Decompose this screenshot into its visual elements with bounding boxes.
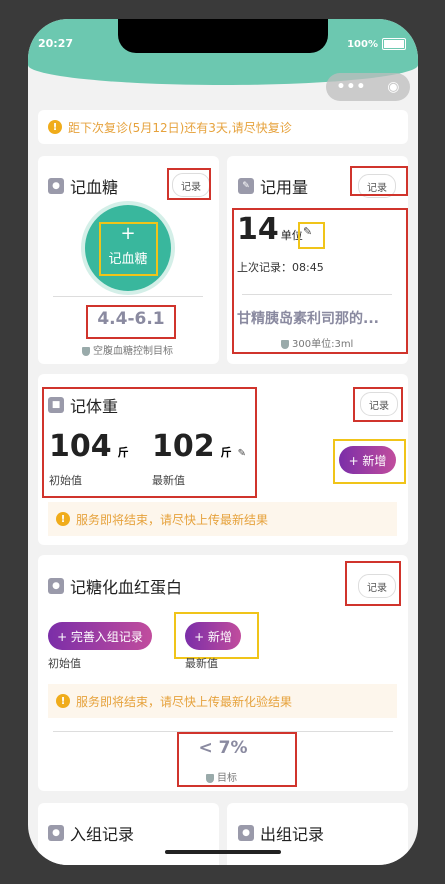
battery-label: 100% (347, 38, 378, 50)
hba1c-warning-text: 服务即将结束，请尽快上传最新化验结果 (76, 694, 293, 709)
info-icon: ! (56, 512, 70, 526)
complete-enroll-button[interactable]: + 完善入组记录 (48, 622, 152, 650)
weight-warning-text: 服务即将结束，请尽快上传最新结果 (76, 512, 269, 527)
info-icon: ! (48, 120, 62, 134)
status-time: 20:27 (38, 37, 74, 50)
glucose-record-highlight (167, 168, 211, 200)
weight-initial-value: 104 (49, 429, 112, 464)
dosage-title: ✎ 记用量 (238, 174, 308, 198)
close-miniapp-icon[interactable]: ◉ (387, 79, 399, 95)
weight-warning: ! 服务即将结束，请尽快上传最新结果 (48, 502, 397, 536)
battery-icon (382, 38, 406, 50)
weight-title-label: 记体重 (70, 397, 119, 416)
hba1c-title: ● 记糖化血红蛋白 (48, 574, 182, 598)
revisit-notice: ! 距下次复诊(5月12日)还有3天,请尽快复诊 (38, 110, 408, 144)
exit-title: ● 出组记录 (238, 821, 324, 845)
glucose-target: 空腹血糖控制目标 (82, 342, 173, 357)
weight-initial: 104 斤 (49, 429, 129, 464)
weight-add-highlight (333, 439, 406, 484)
hba1c-title-label: 记糖化血红蛋白 (70, 578, 183, 597)
hba1c-add-highlight (174, 612, 259, 659)
dosage-record-highlight (350, 166, 408, 196)
shield-icon (82, 346, 90, 356)
add-glucose-highlight (99, 222, 158, 276)
info-icon: ! (56, 694, 70, 708)
notice-text: 距下次复诊(5月12日)还有3天,请尽快复诊 (68, 120, 292, 135)
weight-latest-unit: 斤 (220, 446, 232, 459)
glucose-title-label: 记血糖 (70, 178, 119, 197)
weight-title: ■ 记体重 (48, 393, 118, 417)
hba1c-warning: ! 服务即将结束，请尽快上传最新化验结果 (48, 684, 397, 718)
enroll-title-label: 入组记录 (70, 825, 135, 844)
hba1c-latest-label: 最新值 (185, 657, 218, 670)
dosage-last-record: 上次记录：08:45 (237, 261, 324, 274)
enroll-icon: ● (48, 825, 64, 841)
weight-record-highlight (353, 387, 403, 422)
weight-latest-label: 最新值 (152, 474, 185, 487)
enroll-title: ● 入组记录 (48, 821, 134, 845)
weight-initial-unit: 斤 (117, 446, 129, 459)
more-icon[interactable]: ••• (336, 79, 366, 95)
drug-spec-label: 300单位:3ml (292, 339, 354, 350)
notch (118, 19, 328, 53)
weight-latest: 102 斤 ✎ (152, 429, 246, 464)
dosage-amount-row: 14 单位 (237, 212, 303, 247)
drug-name: 甘精胰岛素利司那的... (237, 311, 379, 327)
shield-icon (281, 339, 289, 349)
dosage-amount: 14 (237, 212, 279, 247)
status-battery: 100% (347, 38, 406, 50)
glucose-target-label: 空腹血糖控制目标 (93, 346, 173, 357)
weight-latest-value: 102 (152, 429, 215, 464)
dosage-title-label: 记用量 (260, 178, 309, 197)
edit-weight-icon[interactable]: ✎ (238, 448, 246, 459)
drop-icon: ● (48, 578, 64, 594)
dosage-divider (242, 294, 392, 295)
glucose-title: ● 记血糖 (48, 174, 118, 198)
weight-initial-label: 初始值 (49, 474, 82, 487)
scale-icon: ■ (48, 397, 64, 413)
glucose-range-highlight (86, 305, 176, 339)
glucose-divider (53, 296, 203, 297)
phone-screen: 20:27 100% ••• ◉ ! 距下次复诊(5月12日)还有3天,请尽快复… (28, 19, 418, 865)
pen-icon: ✎ (238, 178, 254, 194)
hba1c-record-highlight (345, 561, 401, 606)
hba1c-initial-label: 初始值 (48, 657, 81, 670)
exit-icon: ● (238, 825, 254, 841)
hba1c-target-highlight (177, 732, 297, 787)
miniapp-capsule: ••• ◉ (326, 73, 410, 101)
home-indicator (165, 850, 281, 854)
drug-spec: 300单位:3ml (281, 335, 353, 350)
drop-icon: ● (48, 178, 64, 194)
edit-dosage-highlight (298, 222, 325, 249)
exit-title-label: 出组记录 (260, 825, 325, 844)
